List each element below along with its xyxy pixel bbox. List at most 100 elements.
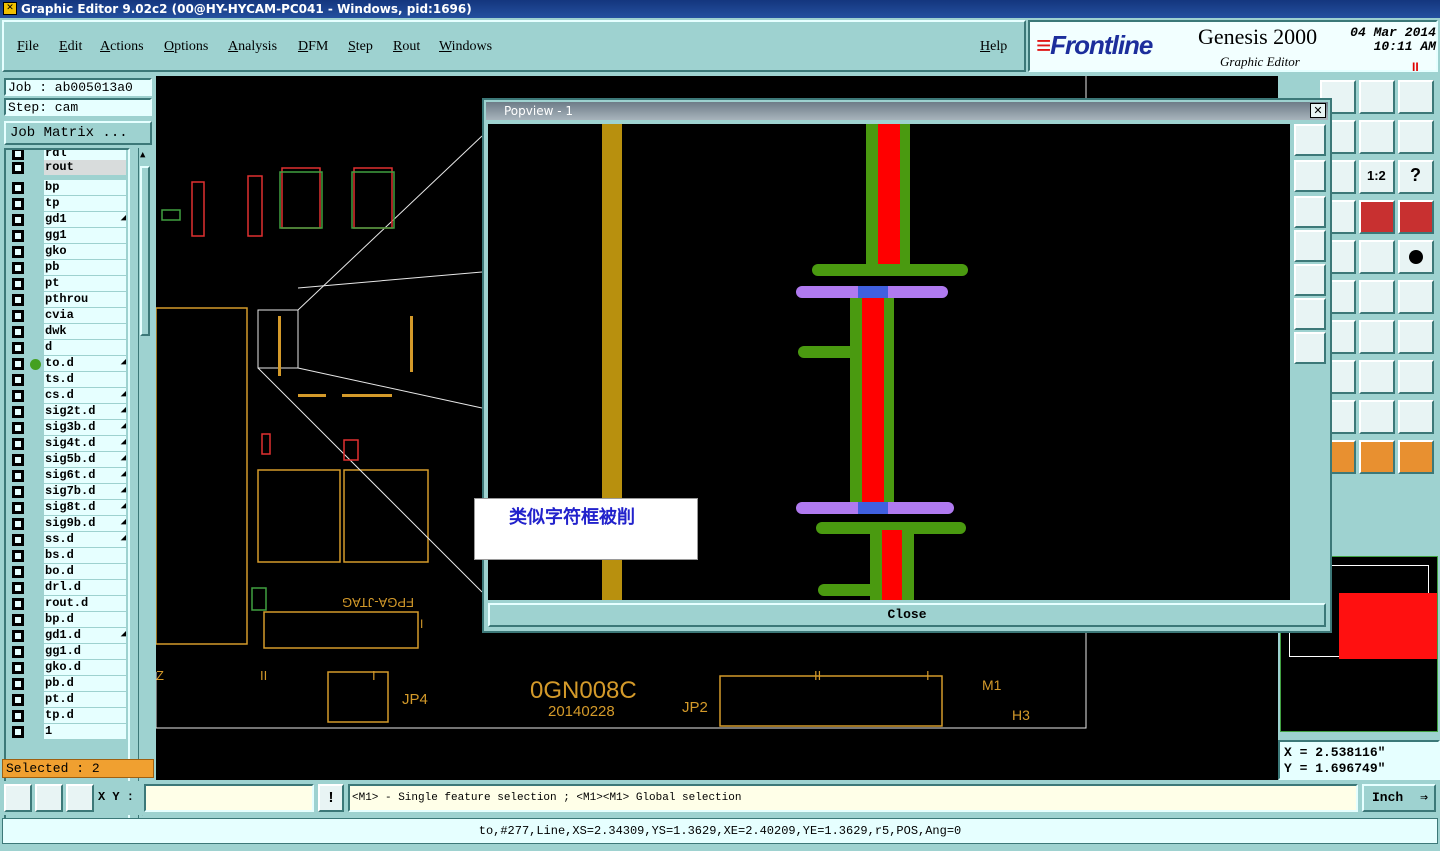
layer-row[interactable]: cs.d ◢: [8, 388, 128, 404]
layer-row[interactable]: ss.d ◢: [8, 532, 128, 548]
tool-circles-icon[interactable]: [1398, 360, 1434, 394]
menu-file[interactable]: File: [17, 39, 39, 55]
tool-snap-icon[interactable]: [1359, 200, 1395, 234]
layer-row[interactable]: pt.d: [8, 692, 128, 708]
layer-row[interactable]: sig6t.d ◢: [8, 468, 128, 484]
layer-name[interactable]: pt: [44, 276, 126, 291]
pop-tool-1-icon[interactable]: [1294, 124, 1326, 156]
menu-options[interactable]: Options: [164, 39, 208, 55]
layer-row[interactable]: sig3b.d ◢: [8, 420, 128, 436]
layer-name[interactable]: sig2t.d: [44, 404, 126, 419]
command-alert-button[interactable]: !: [318, 784, 344, 812]
layer-row[interactable]: sig7b.d ◢: [8, 484, 128, 500]
layer-row[interactable]: gg1.d: [8, 644, 128, 660]
layer-checkbox[interactable]: [12, 694, 24, 706]
scroll-up-icon[interactable]: ▲: [140, 150, 145, 160]
tool-select2-icon[interactable]: [1359, 440, 1395, 474]
layer-name[interactable]: sig6t.d: [44, 468, 126, 483]
layer-row[interactable]: tp.d: [8, 708, 128, 724]
layer-row[interactable]: to.d ◢: [8, 356, 128, 372]
layer-checkbox[interactable]: [12, 246, 24, 258]
layer-name[interactable]: sig4t.d: [44, 436, 126, 451]
tool-select3-icon[interactable]: [1398, 440, 1434, 474]
layer-row[interactable]: bp.d: [8, 612, 128, 628]
tool-help-icon[interactable]: ?: [1398, 160, 1434, 194]
tool-dot-icon[interactable]: [1398, 240, 1434, 274]
tool-scale-icon[interactable]: 1:2: [1359, 160, 1395, 194]
tool-a2-icon[interactable]: [1359, 400, 1395, 434]
menu-analysis[interactable]: Analysis: [228, 39, 277, 55]
layer-name[interactable]: pb.d: [44, 676, 126, 691]
layer-row[interactable]: tp: [8, 196, 128, 212]
menu-step[interactable]: Step: [348, 39, 373, 55]
layer-checkbox[interactable]: [12, 278, 24, 290]
tool-window-icon[interactable]: [1398, 80, 1434, 114]
layer-checkbox[interactable]: [12, 502, 24, 514]
layer-checkbox[interactable]: [12, 294, 24, 306]
layer-checkbox[interactable]: [12, 486, 24, 498]
layer-row[interactable]: ts.d: [8, 372, 128, 388]
layer-row[interactable]: gd1 ◢: [8, 212, 128, 228]
layer-row[interactable]: sig8t.d ◢: [8, 500, 128, 516]
layer-checkbox[interactable]: [12, 230, 24, 242]
pop-tool-6-icon[interactable]: [1294, 298, 1326, 330]
layer-row[interactable]: pthrou: [8, 292, 128, 308]
xy-input[interactable]: [144, 784, 314, 812]
layer-checkbox[interactable]: [12, 678, 24, 690]
layer-row[interactable]: gg1: [8, 228, 128, 244]
layer-row[interactable]: gko.d: [8, 660, 128, 676]
tool-line-icon[interactable]: [1359, 280, 1395, 314]
layer-name[interactable]: d: [44, 340, 126, 355]
layer-name[interactable]: rout: [44, 160, 126, 175]
layer-checkbox[interactable]: [12, 550, 24, 562]
layer-row[interactable]: bp: [8, 180, 128, 196]
layer-checkbox[interactable]: [12, 262, 24, 274]
layer-name[interactable]: tp.d: [44, 708, 126, 723]
tool-flip-icon[interactable]: [1359, 120, 1395, 154]
layer-checkbox[interactable]: [12, 598, 24, 610]
layer-checkbox[interactable]: [12, 470, 24, 482]
layer-name[interactable]: bp.d: [44, 612, 126, 627]
layer-name[interactable]: sig9b.d: [44, 516, 126, 531]
layer-name[interactable]: to.d: [44, 356, 126, 371]
layer-name[interactable]: rout.d: [44, 596, 126, 611]
layer-name[interactable]: dwk: [44, 324, 126, 339]
layer-row[interactable]: gd1.d ◢: [8, 628, 128, 644]
cmd-zoom-icon[interactable]: [4, 784, 32, 812]
layer-checkbox[interactable]: [12, 358, 24, 370]
layer-checkbox[interactable]: [12, 162, 24, 174]
layer-checkbox[interactable]: [12, 710, 24, 722]
tool-line2-icon[interactable]: [1398, 280, 1434, 314]
layer-name[interactable]: sig5b.d: [44, 452, 126, 467]
pause-icon[interactable]: II: [1412, 60, 1419, 74]
layer-name[interactable]: gko.d: [44, 660, 126, 675]
layer-row[interactable]: pb: [8, 260, 128, 276]
layer-row[interactable]: drl.d: [8, 580, 128, 596]
layer-checkbox[interactable]: [12, 582, 24, 594]
layer-checkbox[interactable]: [12, 566, 24, 578]
layer-checkbox[interactable]: [12, 422, 24, 434]
layer-checkbox[interactable]: [12, 198, 24, 210]
layer-checkbox[interactable]: [12, 310, 24, 322]
layer-row[interactable]: rout.d: [8, 596, 128, 612]
menu-rout[interactable]: Rout: [393, 39, 420, 55]
menu-actions[interactable]: Actions: [100, 39, 144, 55]
popview-close-icon[interactable]: ✕: [1310, 103, 1326, 118]
layer-checkbox[interactable]: [12, 614, 24, 626]
layer-checkbox[interactable]: [12, 534, 24, 546]
layer-row[interactable]: rout: [8, 160, 128, 176]
pop-tool-5-icon[interactable]: [1294, 264, 1326, 296]
layer-row[interactable]: 1: [8, 724, 128, 740]
tool-ruler-icon[interactable]: [1359, 240, 1395, 274]
pop-tool-4-icon[interactable]: [1294, 230, 1326, 262]
layer-checkbox[interactable]: [12, 726, 24, 738]
layer-row[interactable]: pb.d: [8, 676, 128, 692]
layer-row[interactable]: sig4t.d ◢: [8, 436, 128, 452]
tool-swap-icon[interactable]: [1398, 120, 1434, 154]
layer-checkbox[interactable]: [12, 342, 24, 354]
menu-edit[interactable]: Edit: [59, 39, 82, 55]
layer-name[interactable]: gko: [44, 244, 126, 259]
layer-row[interactable]: cvia: [8, 308, 128, 324]
layer-checkbox[interactable]: [12, 454, 24, 466]
layer-checkbox[interactable]: [12, 518, 24, 530]
